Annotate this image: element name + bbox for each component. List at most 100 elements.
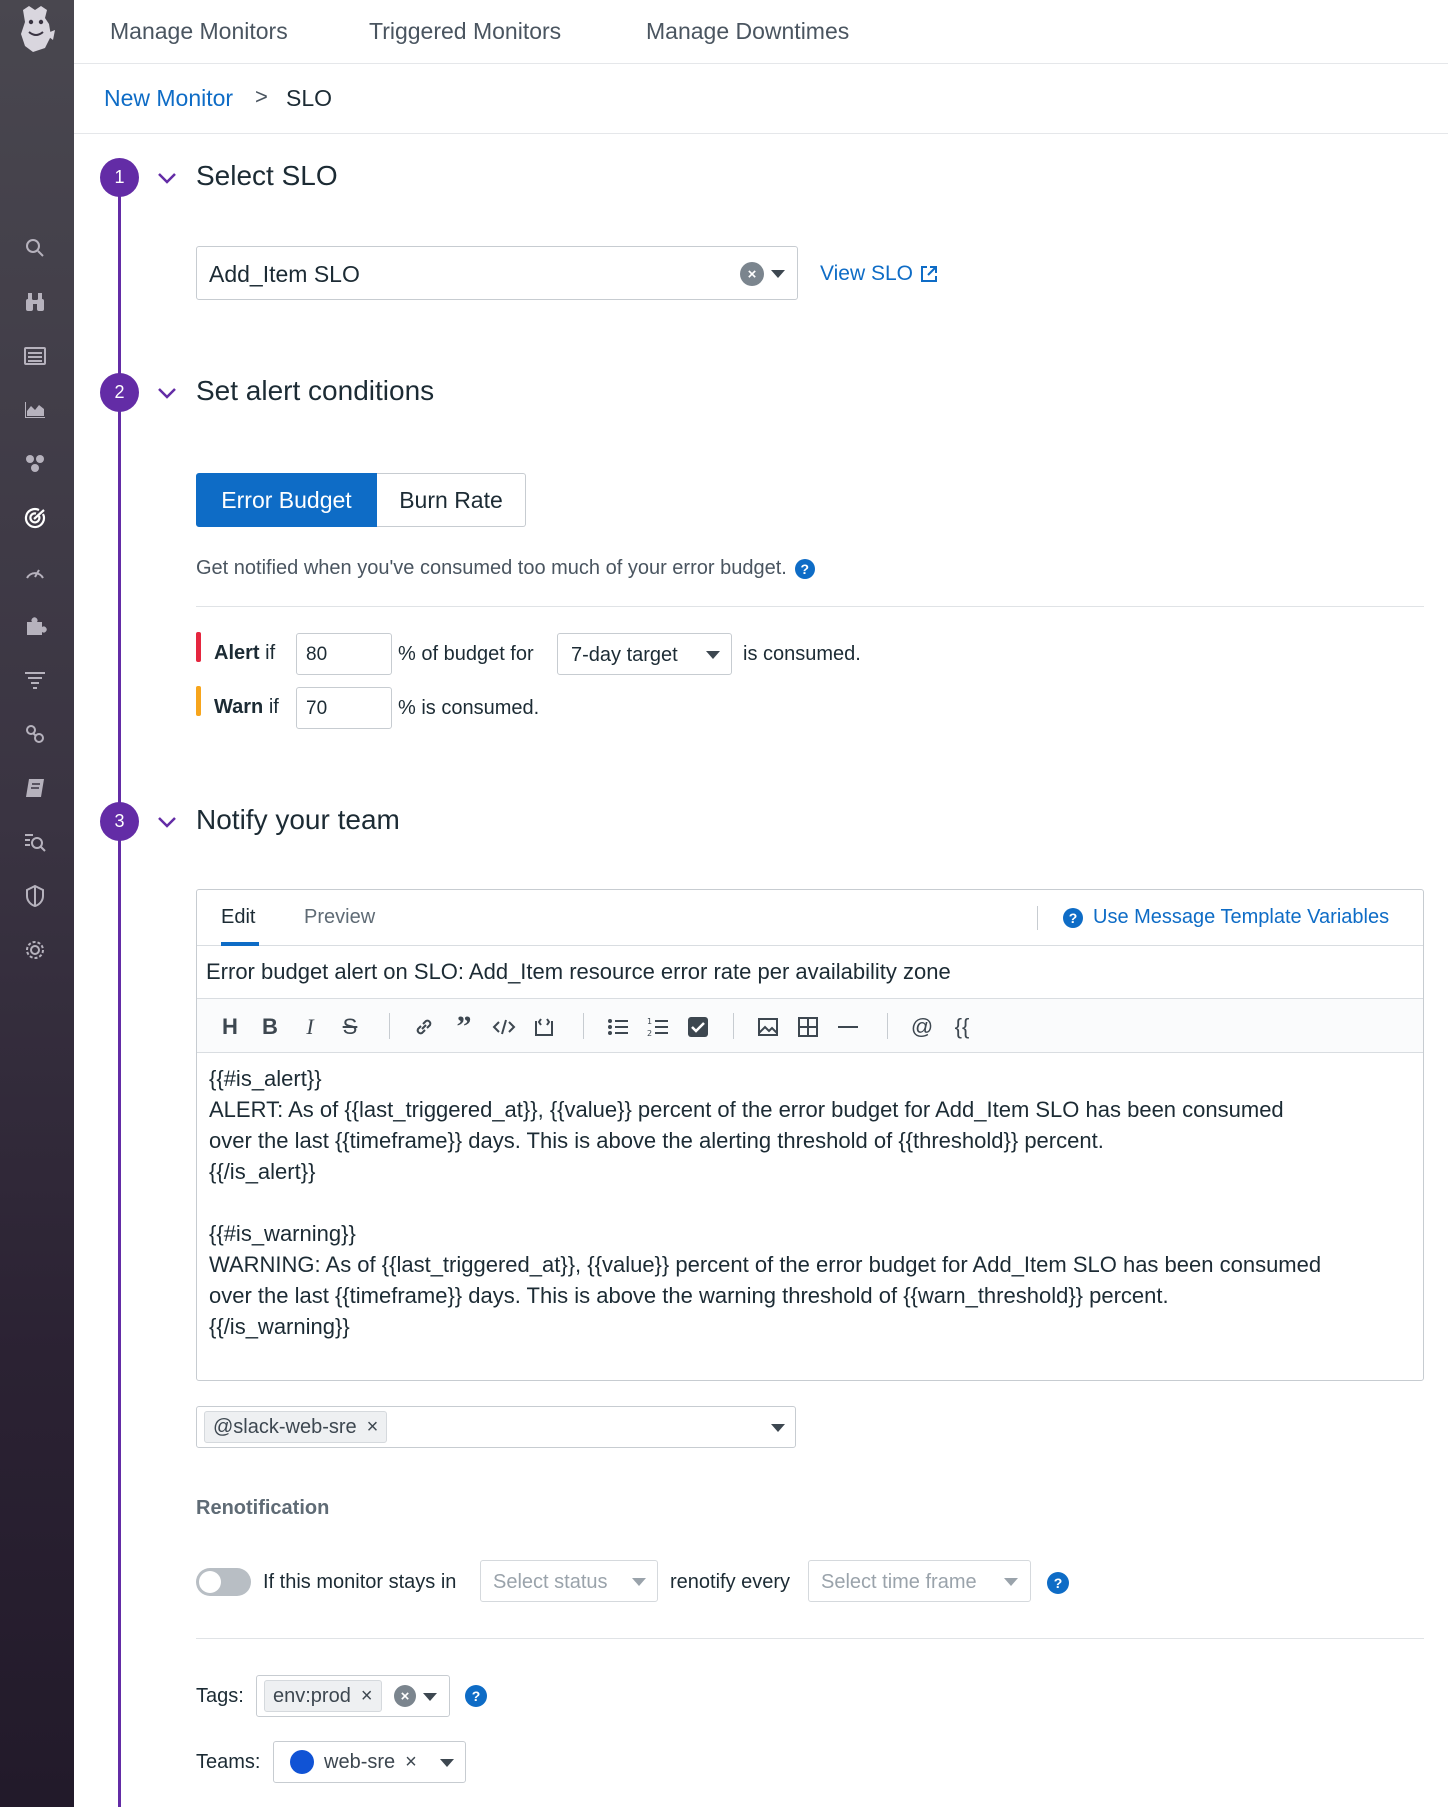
template-variables-label: Use Message Template Variables — [1093, 906, 1390, 928]
close-icon[interactable]: × — [405, 1751, 417, 1774]
caret-down-icon — [1004, 1578, 1018, 1586]
tab-error-budget[interactable]: Error Budget — [196, 473, 377, 527]
checkbox-icon[interactable] — [685, 1014, 711, 1040]
alert-tail: is consumed. — [743, 643, 861, 665]
toolbar-separator — [887, 1013, 888, 1039]
message-editor: Edit Preview ? Use Message Template Vari… — [196, 889, 1424, 1381]
table-icon[interactable] — [795, 1014, 821, 1040]
quote-icon[interactable]: ” — [451, 1010, 477, 1043]
svg-text:2: 2 — [647, 1029, 652, 1038]
help-icon[interactable]: ? — [1047, 1572, 1069, 1594]
tab-edit[interactable]: Edit — [221, 906, 255, 929]
italic-icon[interactable]: I — [297, 1014, 323, 1040]
step-2-title: Set alert conditions — [196, 375, 435, 406]
subject-input[interactable]: Error budget alert on SLO: Add_Item reso… — [197, 946, 1423, 999]
template-variable-icon[interactable]: {{ — [949, 1014, 975, 1040]
clear-icon[interactable]: × — [740, 262, 764, 286]
shield-icon[interactable] — [20, 881, 50, 911]
bold-icon[interactable]: B — [257, 1014, 283, 1040]
team-avatar — [290, 1750, 314, 1774]
slo-select[interactable]: Add_Item SLO × — [196, 246, 798, 300]
chevron-down-icon[interactable] — [155, 381, 179, 405]
alert-hint-text: Get notified when you've consumed too mu… — [196, 557, 787, 579]
area-chart-icon[interactable] — [20, 395, 50, 425]
search-icon[interactable] — [20, 233, 50, 263]
help-icon[interactable]: ? — [794, 558, 815, 579]
renotify-label-every: renotify every — [670, 1571, 791, 1593]
template-variables-link[interactable]: ? Use Message Template Variables — [1063, 906, 1389, 929]
mention-icon[interactable]: @ — [909, 1014, 935, 1040]
caret-down-icon[interactable] — [440, 1759, 454, 1767]
image-icon[interactable] — [755, 1014, 781, 1040]
link-icon[interactable] — [411, 1014, 437, 1040]
recipients-select[interactable]: @slack-web-sre × — [196, 1406, 796, 1448]
link-icon[interactable] — [20, 719, 50, 749]
sidebar — [0, 0, 74, 1807]
view-slo-link[interactable]: View SLO — [820, 262, 939, 286]
external-link-icon — [921, 266, 937, 282]
alert-suffix: % of budget for — [398, 643, 534, 665]
step-3-title: Notify your team — [196, 804, 400, 835]
target-select[interactable]: 7-day target — [557, 633, 732, 675]
status-select[interactable]: Select status — [480, 1560, 658, 1602]
gauge-icon[interactable] — [20, 557, 50, 587]
help-icon[interactable]: ? — [465, 1685, 487, 1707]
tab-manage-monitors[interactable]: Manage Monitors — [110, 18, 288, 45]
close-icon[interactable]: × — [367, 1416, 379, 1439]
renotify-toggle[interactable] — [196, 1568, 251, 1596]
slo-target-icon[interactable] — [20, 503, 50, 533]
toolbar-separator — [583, 1013, 584, 1039]
caret-down-icon — [706, 651, 720, 659]
code-block-icon[interactable] — [531, 1014, 557, 1040]
list-icon[interactable] — [20, 341, 50, 371]
bulleted-list-icon[interactable] — [605, 1014, 631, 1040]
target-select-value: 7-day target — [571, 644, 678, 666]
svg-text:1: 1 — [647, 1017, 652, 1026]
caret-down-icon[interactable] — [423, 1693, 437, 1701]
notebook-icon[interactable] — [20, 773, 50, 803]
hexagons-icon[interactable] — [20, 449, 50, 479]
horizontal-rule-icon[interactable] — [835, 1014, 861, 1040]
code-icon[interactable] — [491, 1014, 517, 1040]
tab-triggered-monitors[interactable]: Triggered Monitors — [369, 18, 561, 45]
tags-select[interactable]: env:prod × × — [256, 1675, 450, 1717]
renotification-title: Renotification — [196, 1497, 330, 1519]
tab-preview[interactable]: Preview — [304, 906, 375, 929]
teams-select[interactable]: web-sre × — [273, 1741, 466, 1783]
strikethrough-icon[interactable]: S — [337, 1014, 363, 1040]
warn-if: if — [268, 696, 279, 718]
alert-strong: Alert — [214, 642, 260, 664]
binoculars-icon[interactable] — [20, 287, 50, 317]
step-1-title: Select SLO — [196, 160, 338, 191]
breadcrumb-new-monitor-link[interactable]: New Monitor — [104, 85, 233, 112]
settings-gear-icon[interactable] — [20, 935, 50, 965]
caret-down-icon[interactable] — [771, 270, 785, 278]
warn-threshold-input[interactable]: 70 — [296, 687, 392, 729]
clear-icon[interactable]: × — [394, 1685, 416, 1707]
timeframe-select-placeholder: Select time frame — [821, 1571, 977, 1593]
timeframe-select[interactable]: Select time frame — [808, 1560, 1031, 1602]
editor-tabs: Edit Preview ? Use Message Template Vari… — [197, 890, 1423, 946]
filter-lines-icon[interactable] — [20, 665, 50, 695]
caret-down-icon[interactable] — [771, 1424, 785, 1432]
team-chip-label: web-sre — [324, 1750, 396, 1773]
step-1-badge: 1 — [100, 158, 139, 197]
heading-icon[interactable]: H — [217, 1014, 243, 1040]
datadog-logo[interactable] — [15, 4, 59, 54]
message-body[interactable]: {{#is_alert}} ALERT: As of {{last_trigge… — [197, 1053, 1423, 1381]
puzzle-icon[interactable] — [20, 611, 50, 641]
caret-down-icon — [632, 1578, 646, 1586]
alert-color-bar — [196, 632, 201, 662]
alert-threshold-input[interactable]: 80 — [296, 633, 392, 675]
steps-timeline — [118, 190, 121, 1807]
chevron-down-icon[interactable] — [155, 810, 179, 834]
tab-manage-downtimes[interactable]: Manage Downtimes — [646, 18, 849, 45]
warn-label: Warn if — [214, 696, 279, 719]
close-icon[interactable]: × — [361, 1685, 373, 1708]
numbered-list-icon[interactable]: 12 — [645, 1014, 671, 1040]
chevron-down-icon[interactable] — [155, 166, 179, 190]
security-search-icon[interactable] — [20, 827, 50, 857]
tag-chip-label: env:prod — [273, 1684, 351, 1707]
step-3-badge: 3 — [100, 802, 139, 841]
tab-burn-rate[interactable]: Burn Rate — [377, 473, 526, 527]
